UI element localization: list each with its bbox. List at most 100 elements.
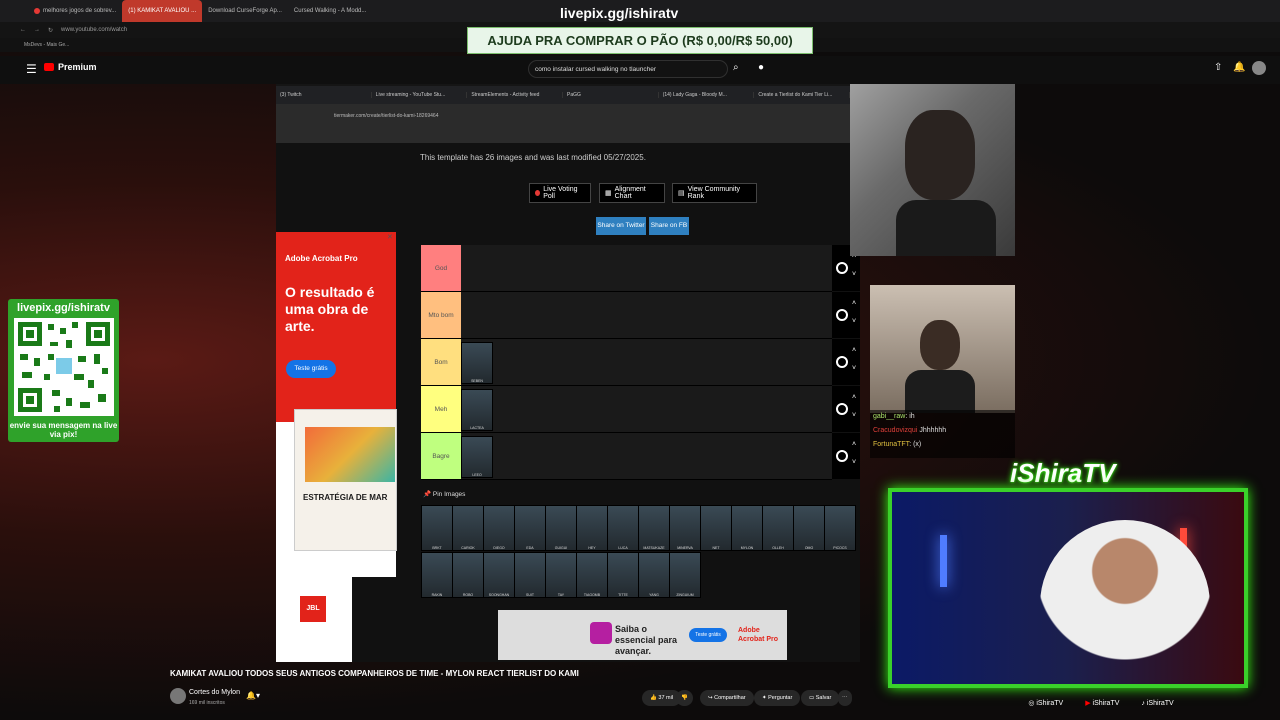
tier-settings-gear-icon xyxy=(836,403,848,415)
move-down-icon: ˅ xyxy=(852,271,857,278)
player-name: LEEO xyxy=(472,473,482,477)
pool-player-thumbnail: BRKT xyxy=(421,505,453,551)
social-tiktok: ♪ iShiraTV xyxy=(1141,700,1173,707)
bookmark-icon: ▭ xyxy=(809,695,816,701)
inner-tab: Create a Tierlist do Kami Tier Li... xyxy=(754,92,851,98)
reload-icon[interactable]: ↻ xyxy=(48,27,53,34)
button-label: View Community Rank xyxy=(687,186,741,200)
live-voting-poll-button: Live Voting Poll xyxy=(529,183,591,203)
webcam-person-head xyxy=(905,110,975,200)
menu-icon[interactable]: ☰ xyxy=(26,62,37,76)
social-handle: iShiraTV xyxy=(1092,700,1120,707)
tier-label: Mto bom xyxy=(421,292,461,338)
browser-tab[interactable]: Cursed Walking - A Modd... xyxy=(288,0,372,22)
pool-player-thumbnail: OLLEH xyxy=(762,505,794,551)
tier-row: Meh LACTEA xyxy=(421,386,832,433)
forward-icon[interactable]: → xyxy=(34,27,40,33)
inner-url-text: tiermaker.com/create/tierlist-do-kami-18… xyxy=(334,113,439,119)
inner-tab: Live streaming - YouTube Stu... xyxy=(372,92,468,98)
notification-bell-icon[interactable]: 🔔▾ xyxy=(246,691,260,700)
video-title: KAMIKAT AVALIOU TODOS SEUS ANTIGOS COMPA… xyxy=(170,669,579,678)
chat-text: ih xyxy=(909,413,915,420)
browser-tab-active[interactable]: (1) KAMIKAT AVALIOU ... xyxy=(122,0,203,22)
player-thumbnail: LACTEA xyxy=(461,389,493,431)
player-name: MATSUKAZE xyxy=(643,546,665,550)
player-name: OLLEH xyxy=(772,546,784,550)
bookmark-item[interactable]: MsDevs - Mais Ge... xyxy=(24,42,69,48)
notification-bell-icon[interactable]: 🔔 xyxy=(1233,62,1245,73)
tier-row: Bom SEBEN xyxy=(421,339,832,386)
pool-player-thumbnail: EDA xyxy=(514,505,546,551)
ad-cta-button: Teste grátis xyxy=(286,360,336,378)
chat-text: Jhhhhhh xyxy=(919,427,947,434)
player-name: ZINGUIUM xyxy=(676,593,694,597)
move-up-icon: ˄ xyxy=(852,300,857,307)
pool-player-thumbnail: MATSUKAZE xyxy=(638,505,670,551)
ad-close-icon: ✕ xyxy=(387,234,393,241)
pool-player-thumbnail: SOONGHAN xyxy=(483,552,515,598)
player-name: DIEGO xyxy=(493,546,505,550)
button-label: Alignment Chart xyxy=(614,186,646,200)
player-name: CARIOK xyxy=(461,546,475,550)
url-text[interactable]: www.youtube.com/watch xyxy=(61,27,127,33)
pool-player-thumbnail: MINERVA xyxy=(669,505,701,551)
search-input[interactable]: como instalar cursed walking no tlaunche… xyxy=(528,60,728,78)
alignment-chart-button: ▦ Alignment Chart xyxy=(599,183,665,203)
user-avatar[interactable] xyxy=(1252,61,1266,75)
dislike-button[interactable]: 👎 xyxy=(676,690,693,706)
player-name: EDA xyxy=(526,546,534,550)
chat-user: FortunaTFT xyxy=(873,441,910,448)
pool-player-thumbnail: PICOCS xyxy=(824,505,856,551)
inner-address-bar: tiermaker.com/create/tierlist-do-kami-18… xyxy=(276,104,850,129)
player-name: LUCA xyxy=(618,546,628,550)
social-handle: iShiraTV xyxy=(1036,700,1064,707)
share-label: Compartilhar xyxy=(714,695,746,701)
acrobat-icon xyxy=(590,622,612,644)
inner-tab: StreamElements - Activity feed xyxy=(467,92,564,98)
logo-text: Premium xyxy=(58,62,97,72)
pool-player-thumbnail: DIEGO xyxy=(483,505,515,551)
search-icon[interactable]: ⌕ xyxy=(733,62,739,73)
player-name: OMO xyxy=(804,546,814,550)
chat-user: Cracudovizqui xyxy=(873,427,918,434)
pool-player-thumbnail: TIAGOMB xyxy=(576,552,608,598)
player-name: TAY xyxy=(557,593,565,597)
social-handle: iShiraTV xyxy=(1146,699,1174,707)
streamer-person xyxy=(1040,520,1210,690)
subscriber-count: 169 mil inscritos xyxy=(189,700,225,706)
more-button[interactable]: ⋯ xyxy=(838,690,852,706)
grid-icon: ▦ xyxy=(605,190,612,197)
chat-message: Cracudovizqui Jhhhhhh xyxy=(870,424,1015,438)
upload-icon[interactable]: ⇧ xyxy=(1214,62,1222,73)
share-button[interactable]: ↪ Compartilhar xyxy=(700,690,754,706)
social-links: ◎ iShiraTV ▶ iShiraTV ♪ iShiraTV xyxy=(966,694,1236,712)
player-name: MYLON xyxy=(740,546,754,550)
ad-book-title: ESTRATÉGIA DE MAR xyxy=(303,493,388,502)
player-name: NET xyxy=(712,546,720,550)
tab-label: Download CurseForge Ap... xyxy=(208,8,282,14)
player-name: SOONGHAN xyxy=(488,593,510,597)
inner-tab: (14) Lady Gaga - Bloody M... xyxy=(659,92,755,98)
ask-button[interactable]: ✦ Perguntar xyxy=(754,690,801,706)
microphone-icon[interactable]: ● xyxy=(758,62,764,73)
save-button[interactable]: ▭ Salvar xyxy=(801,690,840,706)
chat-overlay: gabi__raw: ih Cracudovizqui Jhhhhhh Fort… xyxy=(870,410,1015,458)
youtube-logo[interactable]: Premium xyxy=(44,62,97,72)
template-info: This template has 26 images and was last… xyxy=(420,153,646,162)
view-community-rank-button: ▤ View Community Rank xyxy=(672,183,757,203)
browser-tab[interactable]: melhores jogos de sobrev... xyxy=(28,0,122,22)
player-name: MINERVA xyxy=(677,546,693,550)
move-down-icon: ˅ xyxy=(852,318,857,325)
webcam-person-body xyxy=(905,370,975,413)
back-icon[interactable]: ← xyxy=(20,27,26,33)
ad-headline: O resultado é uma obra de arte. xyxy=(285,284,375,334)
channel-name[interactable]: Cortes do Mylon xyxy=(189,689,240,696)
channel-avatar[interactable] xyxy=(170,688,186,704)
like-count: 37 mil xyxy=(658,695,674,701)
move-up-icon: ˄ xyxy=(852,347,857,354)
tab-label: Cursed Walking - A Modd... xyxy=(293,8,367,14)
player-name: RAKIN xyxy=(431,593,443,597)
tier-label: Bom xyxy=(421,339,461,385)
rank-icon: ▤ xyxy=(678,190,685,197)
browser-tab[interactable]: Download CurseForge Ap... xyxy=(202,0,288,22)
